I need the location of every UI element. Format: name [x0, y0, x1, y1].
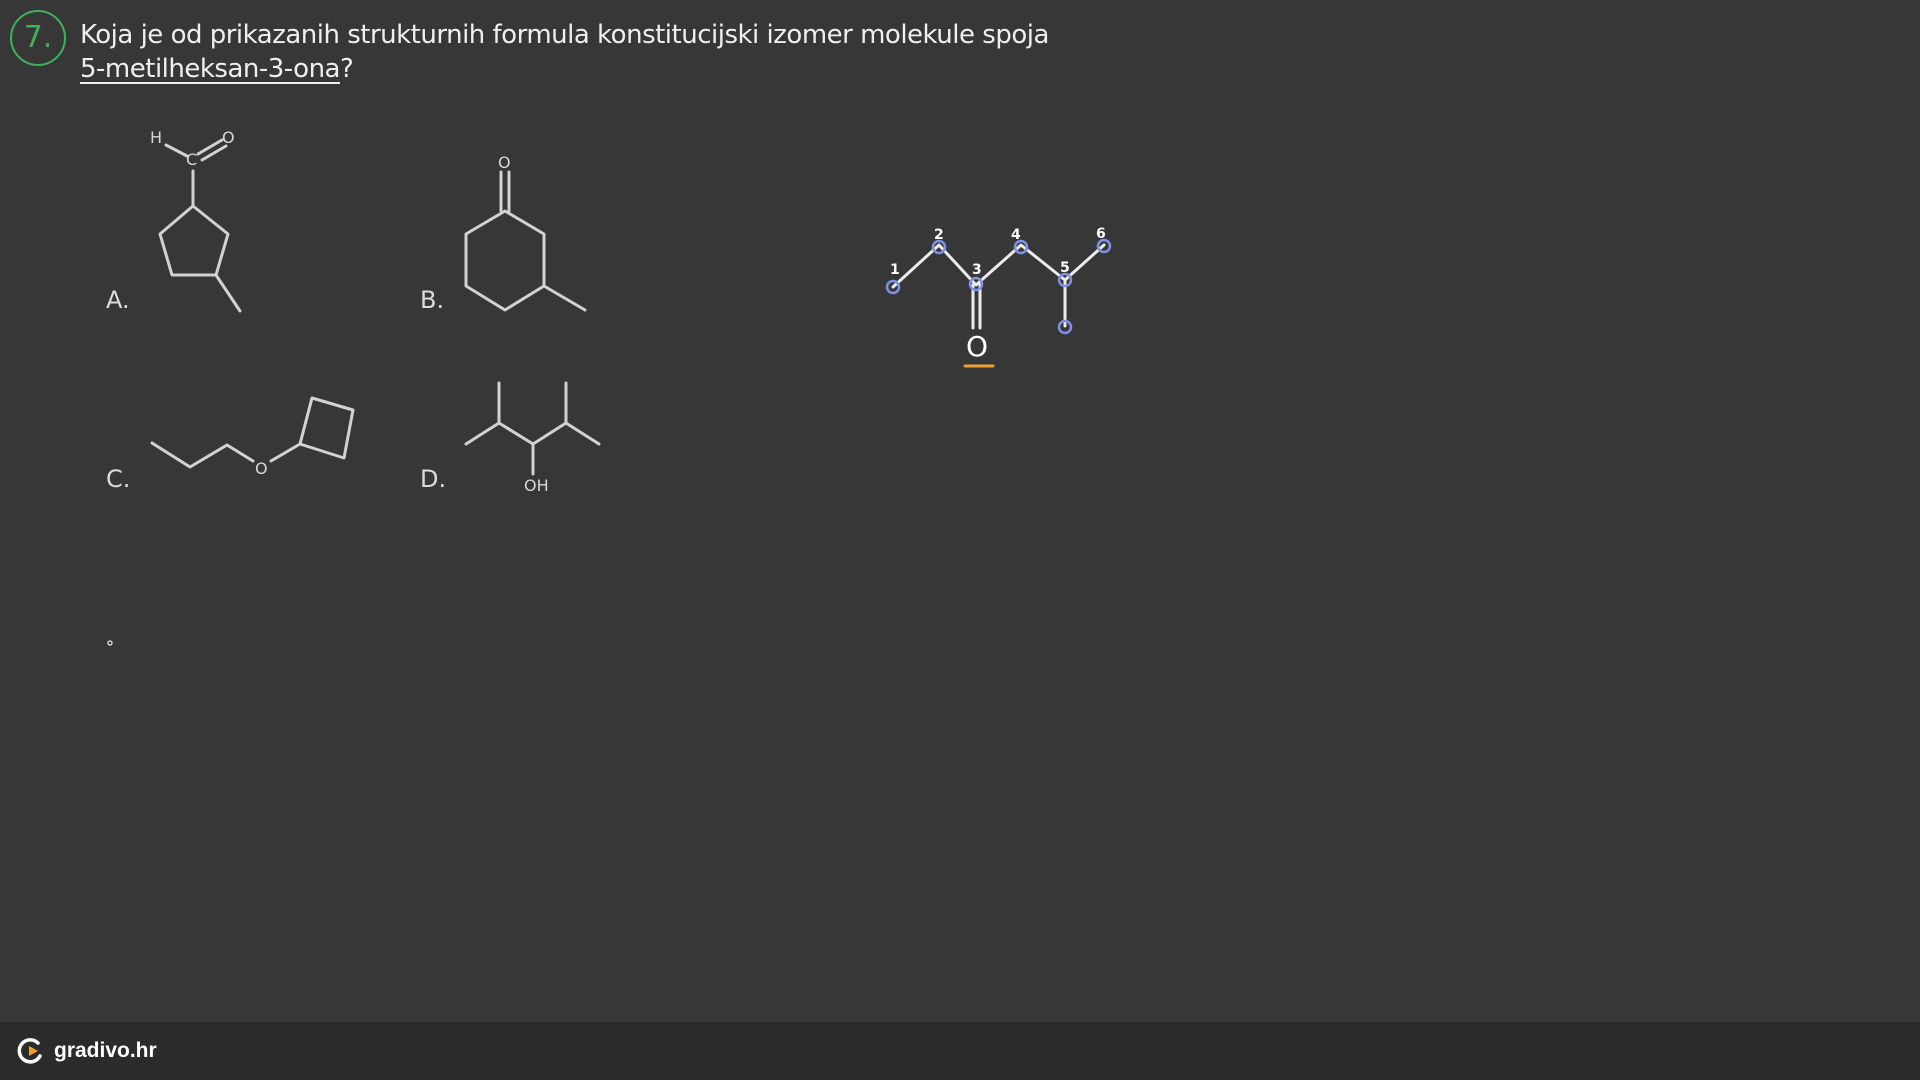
carbon-number-2: 2 — [934, 227, 944, 243]
structure-c-ring — [298, 396, 355, 460]
carbon-number-4: 4 — [1011, 227, 1021, 243]
structure-c-bond-o-ring — [269, 442, 302, 463]
structure-a-ring — [158, 204, 230, 277]
structures-svg: H C O O O OH 1 2 3 4 5 6 O — [107, 128, 1112, 646]
footer-bar: gradivo.hr — [0, 1022, 1920, 1080]
structure-b-methyl-bond — [542, 284, 587, 312]
structure-d-main-chain — [464, 421, 601, 446]
target-oxygen-label: O — [966, 330, 988, 363]
brand-link[interactable]: gradivo.hr — [16, 1036, 157, 1066]
brand-name: gradivo.hr — [54, 1039, 157, 1062]
carbon-number-1: 1 — [890, 262, 900, 278]
structure-c-propyl-chain — [150, 441, 255, 469]
structure-a-bond-h — [164, 143, 189, 158]
target-skeleton-chain — [891, 243, 1106, 289]
structure-b-ring — [464, 209, 546, 312]
structure-a — [158, 138, 242, 313]
carbon-highlights — [885, 238, 1112, 335]
structure-b-atom-o: O — [498, 153, 511, 172]
structure-d-atom-oh: OH — [524, 476, 549, 495]
structure-a-methyl-bond — [214, 273, 242, 313]
structure-a-atom-h: H — [150, 128, 162, 147]
structure-a-atom-c: C — [186, 150, 197, 169]
structure-c-atom-o: O — [255, 459, 268, 478]
structure-c — [150, 396, 355, 469]
carbon-number-6: 6 — [1096, 226, 1106, 242]
gradivo-logo-icon — [17, 1038, 42, 1064]
target-skeleton — [891, 243, 1106, 330]
whiteboard-canvas: 7. Koja je od prikazanih strukturnih for… — [0, 0, 1920, 1022]
structure-d — [464, 381, 601, 476]
carbon-number-3: 3 — [972, 262, 982, 278]
structure-b — [464, 170, 587, 312]
carbon-number-5: 5 — [1060, 260, 1070, 276]
structure-a-atom-o: O — [222, 128, 235, 147]
stray-dot — [107, 640, 113, 646]
